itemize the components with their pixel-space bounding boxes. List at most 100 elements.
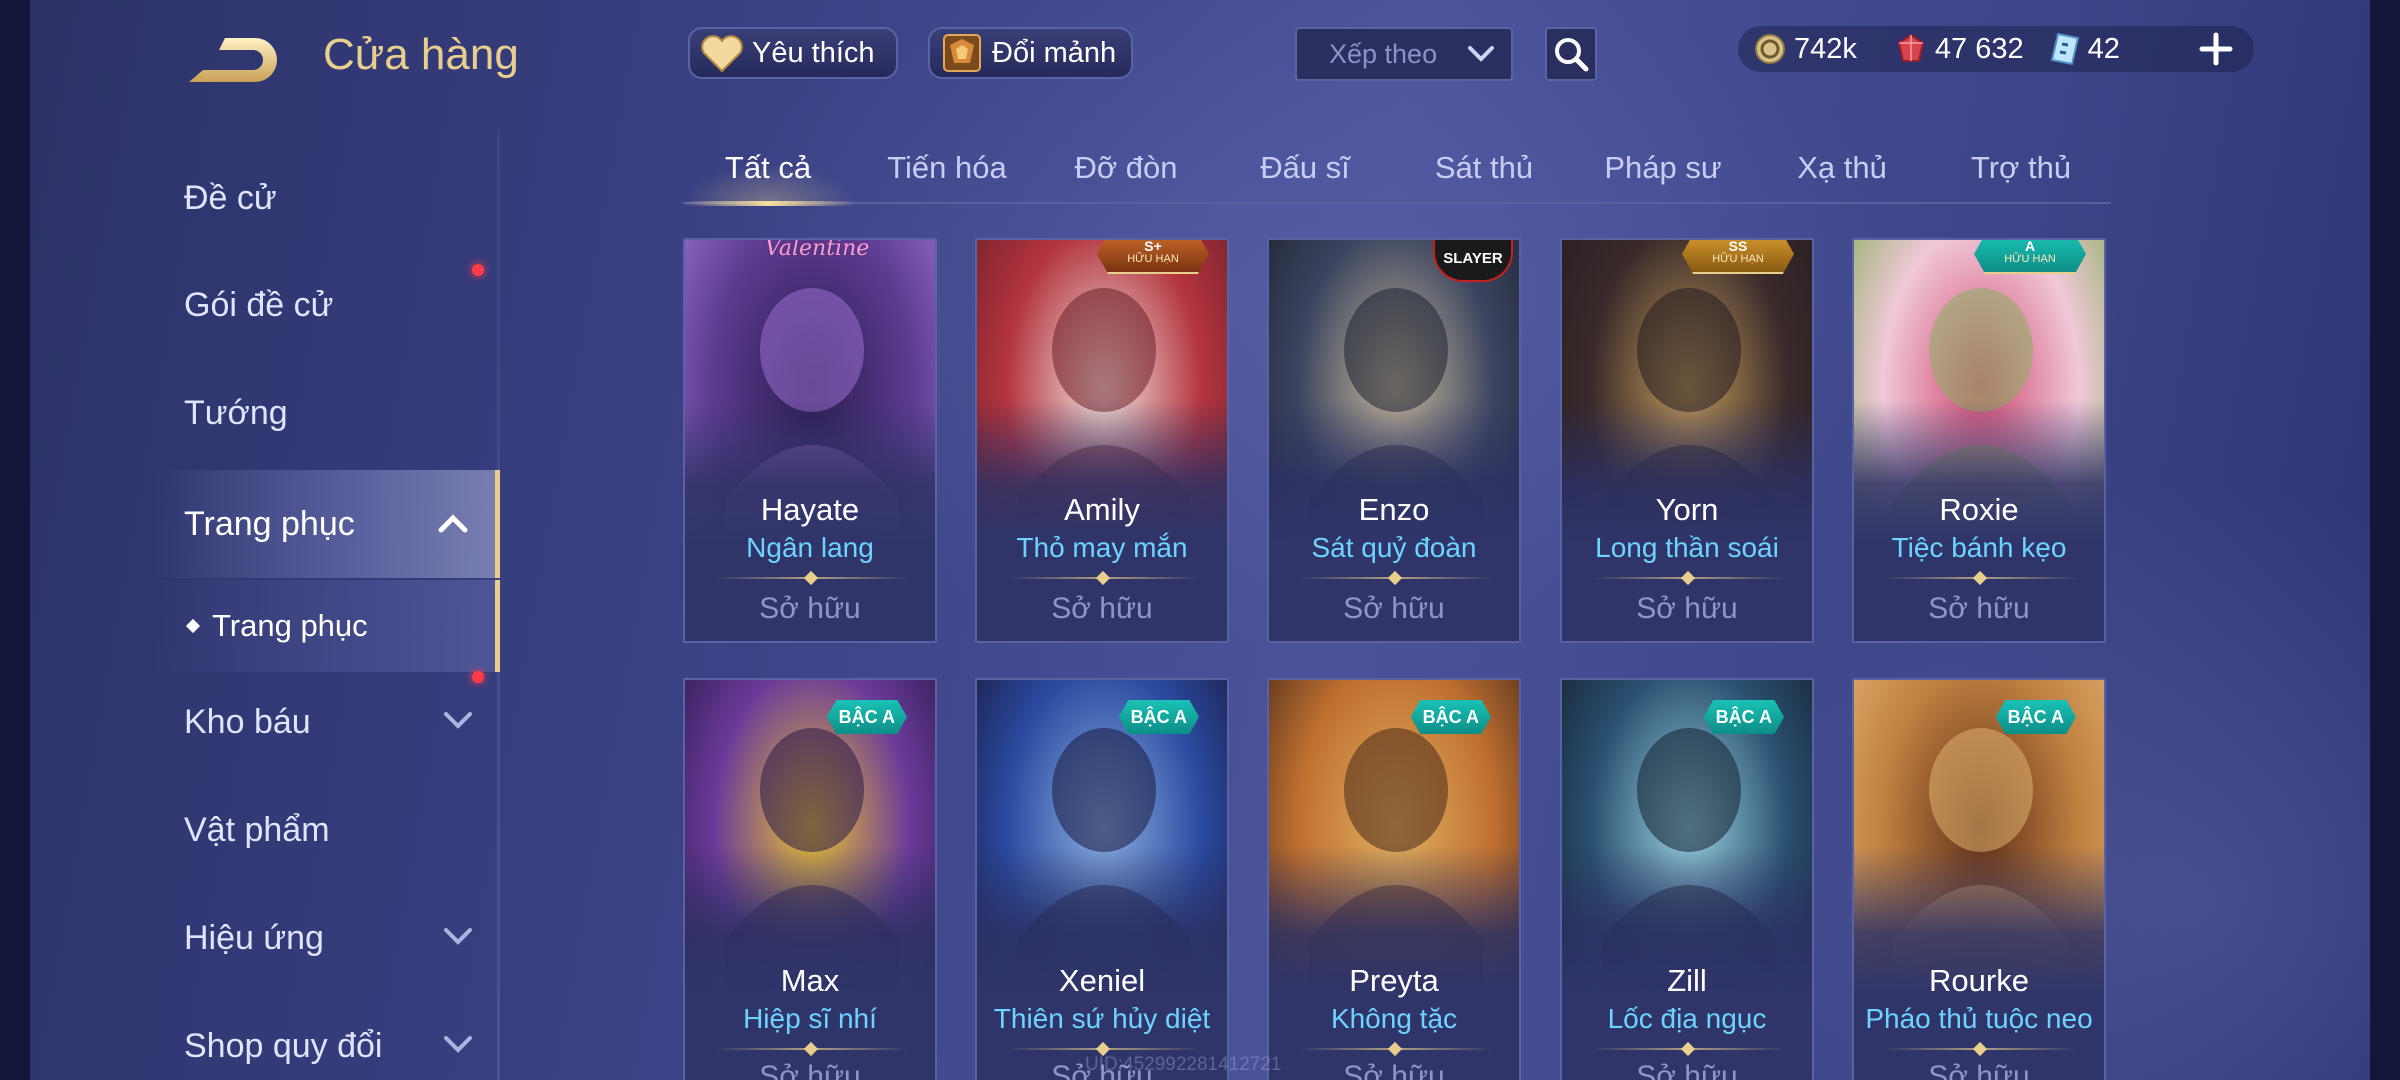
skin-card[interactable]: S+ HỮU HẠN Amily Thỏ may mắn Sở hữu (975, 238, 1229, 643)
hero-name: Preyta (1349, 963, 1439, 998)
skin-name: Pháo thủ tuộc neo (1865, 1003, 2093, 1034)
limited-label: HỮU HẠN (1127, 253, 1179, 265)
skin-card[interactable]: BẬC A Xeniel Thiên sứ hủy diệt Sở hữu (975, 678, 1229, 1080)
tier-badge: BẬC A (1118, 700, 1199, 734)
tab-marksman[interactable]: Xạ thủ (1757, 150, 1927, 186)
diamond-bullet-icon (185, 618, 201, 634)
chevron-down-icon (444, 928, 472, 945)
owned-status: Sở hữu (1636, 592, 1738, 625)
sort-placeholder: Xếp theo (1329, 38, 1438, 69)
hero-name: Hayate (760, 492, 860, 527)
tab-all[interactable]: Tất cả (683, 150, 853, 186)
limited-label: HỮU HẠN (2004, 253, 2056, 265)
chevron-down-icon (444, 712, 472, 729)
currency-bar: 742k 47 632 42 (1738, 26, 2254, 72)
limited-grade-badge: S+ HỮU HẠN (1097, 238, 1209, 274)
limited-label: HỮU HẠN (1712, 253, 1764, 265)
sidebar-item-label: Gói đề cử (184, 285, 334, 324)
gold-amount: 742k (1794, 32, 1857, 65)
sidebar-item-label: Shop quy đổi (184, 1026, 383, 1065)
sidebar-subitem-skins[interactable]: Trang phục (150, 580, 500, 672)
tier-badge: BẬC A (1995, 700, 2076, 734)
tier-badge: BẬC A (826, 700, 907, 734)
owned-status: Sở hữu (759, 1060, 861, 1080)
tier-badge: BẬC A (1703, 700, 1784, 734)
shard-exchange-button[interactable]: Đổi mảnh (928, 27, 1133, 79)
sidebar-item-skins[interactable]: Trang phục (150, 470, 500, 578)
uid-watermark: UID:452992281412721 (1085, 1054, 1282, 1075)
grade-label: SS (1728, 238, 1748, 254)
sidebar-item-label: Vật phẩm (184, 810, 330, 849)
owned-status: Sở hữu (1343, 1060, 1445, 1080)
limited-grade-badge: SS HỮU HẠN (1682, 238, 1794, 274)
tab-fighter[interactable]: Đấu sĩ (1220, 150, 1390, 186)
owned-status: Sở hữu (1636, 1060, 1738, 1080)
chevron-down-icon (444, 1036, 472, 1053)
skin-name: Không tặc (1330, 1003, 1458, 1034)
sidebar-item-exchange-shop[interactable]: Shop quy đổi (150, 996, 500, 1080)
skin-name: Long thần soái (1595, 532, 1779, 563)
sidebar-item-treasure[interactable]: Kho báu (150, 671, 500, 772)
skin-card[interactable]: SS HỮU HẠN Yorn Long thần soái Sở hữu (1560, 238, 1814, 643)
skin-card[interactable]: Valentine Hayate Ngân lang Sở hữu (683, 238, 937, 643)
owned-status: Sở hữu (1343, 592, 1445, 625)
skin-card[interactable]: A HỮU HẠN Roxie Tiệc bánh kẹo Sở hữu (1852, 238, 2106, 643)
shard-chest-icon (943, 34, 981, 72)
gem-amount: 47 632 (1934, 32, 2024, 65)
sidebar-item-label: Đề cử (184, 178, 277, 217)
notification-dot (472, 671, 484, 683)
sort-dropdown[interactable]: Xếp theo (1295, 27, 1513, 81)
red-gem-icon (1897, 33, 1925, 62)
owned-status: Sở hữu (759, 592, 861, 625)
skin-card[interactable]: BẬC A Zill Lốc địa ngục Sở hữu (1560, 678, 1814, 1080)
grade-label: A (2024, 238, 2036, 254)
gold-balance: 742k (1754, 33, 1857, 66)
owned-status: Sở hữu (1051, 592, 1153, 625)
skin-card[interactable]: BẬC A Rourke Pháo thủ tuộc neo Sở hữu (1852, 678, 2106, 1080)
shop-screen: Cửa hàng Yêu thích Đổi mảnh Xếp theo 742… (0, 0, 2400, 1080)
back-button[interactable] (185, 30, 280, 92)
hero-name: Rourke (1929, 963, 2029, 998)
skin-card[interactable]: BẬC A Max Hiệp sĩ nhí Sở hữu (683, 678, 937, 1080)
sidebar-item-recommended[interactable]: Đề cử (150, 148, 500, 248)
event-script-label: Valentine (765, 238, 870, 261)
skin-name: Lốc địa ngục (1607, 1003, 1767, 1034)
tab-support[interactable]: Trợ thủ (1936, 150, 2106, 186)
grade-label: S+ (1144, 238, 1162, 254)
hero-name: Zill (1667, 963, 1707, 998)
gem-balance: 47 632 (1895, 33, 2024, 66)
hero-name: Enzo (1358, 492, 1430, 527)
back-arrow-icon (189, 38, 277, 82)
skin-card[interactable]: BẬC A Preyta Không tặc Sở hữu (1267, 678, 1521, 1080)
heart-icon (701, 35, 743, 73)
favorites-button[interactable]: Yêu thích (688, 27, 898, 79)
tab-assassin[interactable]: Sát thủ (1399, 150, 1569, 186)
tab-evolution[interactable]: Tiến hóa (862, 150, 1032, 186)
chevron-up-icon (438, 514, 468, 533)
sidebar-item-effects[interactable]: Hiệu ứng (150, 888, 500, 988)
skin-name: Sát quỷ đoàn (1311, 532, 1477, 563)
sidebar-item-heroes[interactable]: Tướng (150, 363, 500, 463)
sidebar-item-label: Tướng (184, 393, 288, 432)
limited-grade-badge: A HỮU HẠN (1974, 238, 2086, 274)
skin-card[interactable]: SLAYER Enzo Sát quỷ đoàn Sở hữu (1267, 238, 1521, 643)
gold-coin-icon (1755, 34, 1785, 64)
right-edge (2370, 0, 2400, 1080)
notification-dot (472, 264, 484, 276)
sidebar-item-items[interactable]: Vật phẩm (150, 780, 500, 880)
tab-tank[interactable]: Đỡ đòn (1041, 150, 1211, 186)
sidebar-item-label: Hiệu ứng (184, 918, 324, 957)
category-tabs: Tất cả Tiến hóa Đỡ đòn Đấu sĩ Sát thủ Ph… (683, 138, 2111, 206)
skin-name: Ngân lang (746, 532, 874, 563)
tier-badge: BẬC A (1410, 700, 1491, 734)
sidebar-item-recommended-bundles[interactable]: Gói đề cử (150, 255, 500, 355)
search-button[interactable] (1545, 27, 1597, 81)
active-tab-underline (683, 201, 855, 206)
owned-status: Sở hữu (1928, 592, 2030, 625)
chevron-down-icon (1468, 46, 1494, 62)
search-icon (1555, 38, 1589, 72)
tab-mage[interactable]: Pháp sư (1578, 150, 1748, 186)
favorites-label: Yêu thích (752, 36, 875, 69)
hero-name: Amily (1064, 492, 1140, 527)
add-currency-button[interactable] (2196, 24, 2236, 74)
